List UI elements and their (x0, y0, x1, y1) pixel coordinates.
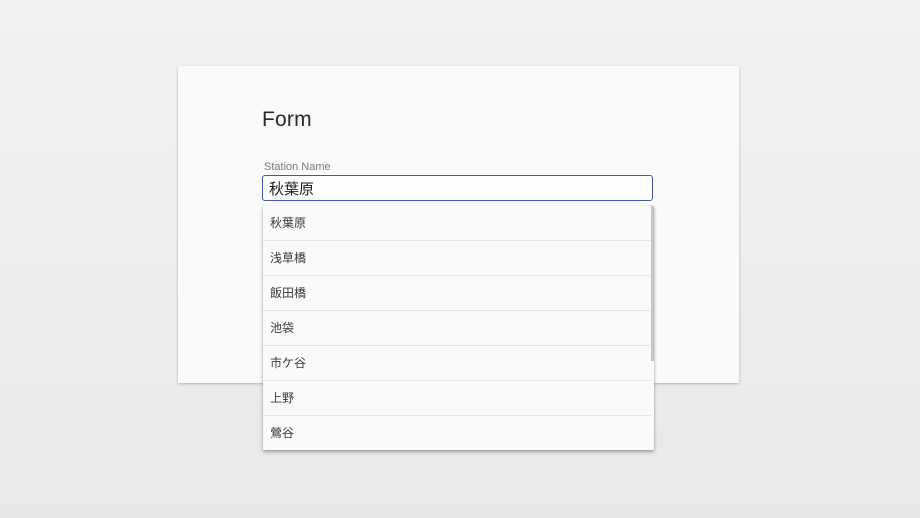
autocomplete-dropdown: 秋葉原 浅草橋 飯田橋 池袋 市ケ谷 上野 鶯谷 (263, 206, 654, 450)
autocomplete-option[interactable]: 秋葉原 (263, 206, 651, 241)
form-title: Form (262, 108, 312, 131)
autocomplete-list: 秋葉原 浅草橋 飯田橋 池袋 市ケ谷 上野 鶯谷 (263, 206, 651, 450)
autocomplete-option[interactable]: 上野 (263, 381, 651, 416)
autocomplete-option[interactable]: 鶯谷 (263, 416, 651, 450)
autocomplete-option[interactable]: 飯田橋 (263, 276, 651, 311)
autocomplete-option[interactable]: 浅草橋 (263, 241, 651, 276)
dropdown-scrollbar[interactable] (651, 206, 654, 450)
station-name-label: Station Name (264, 161, 331, 173)
autocomplete-option[interactable]: 池袋 (263, 311, 651, 346)
autocomplete-option[interactable]: 市ケ谷 (263, 346, 651, 381)
dropdown-scrollbar-thumb[interactable] (651, 206, 654, 361)
station-name-input[interactable] (262, 175, 653, 201)
page: Form Station Name 秋葉原 浅草橋 飯田橋 池袋 市ケ谷 上野 … (0, 0, 920, 518)
